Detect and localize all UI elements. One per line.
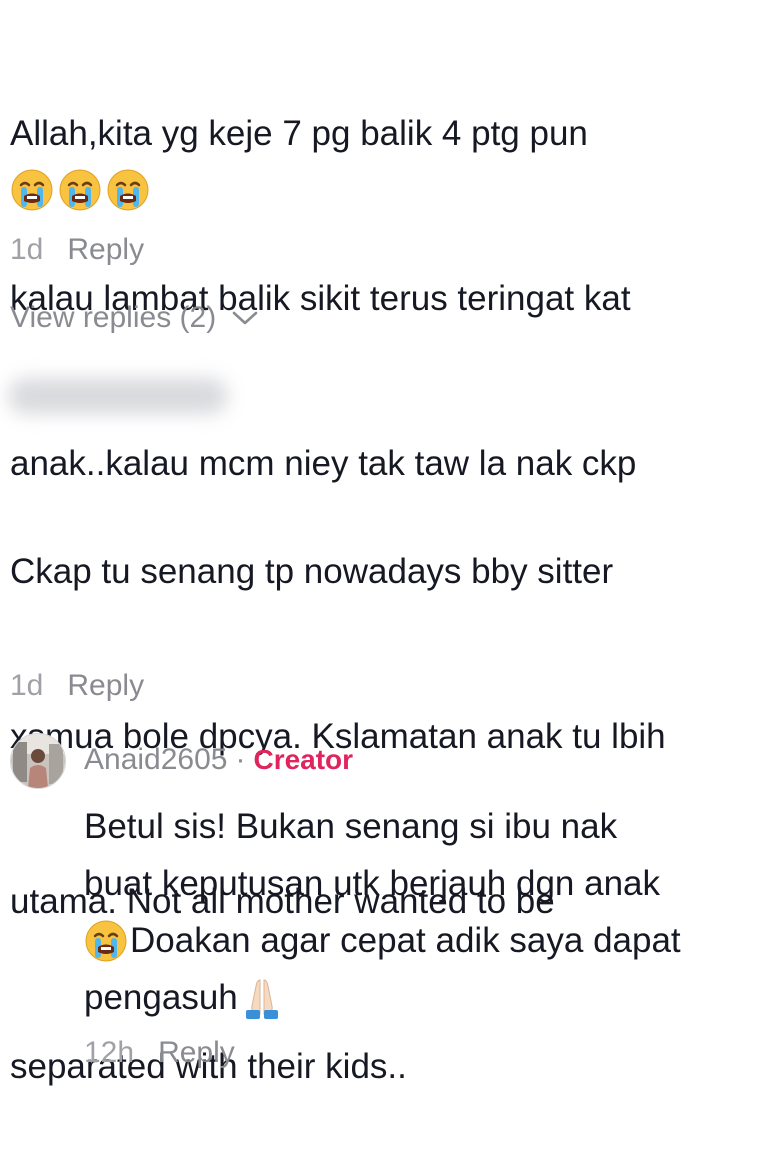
creator-reply-header: Anaid2605 · Creator — [84, 742, 353, 778]
comment-1-emojis — [10, 168, 150, 212]
creator-reply-line-1: Betul sis! Bukan senang si ibu nak — [84, 807, 618, 846]
creator-username[interactable]: Anaid2605 — [84, 742, 227, 778]
creator-reply-meta: 12h Reply — [84, 1035, 235, 1071]
crying-face-icon — [85, 920, 127, 961]
creator-reply-line-3-text: Doakan agar cepat adik saya dapat — [130, 921, 681, 960]
creator-badge: Creator — [253, 744, 354, 775]
comment-2-line-1: Ckap tu senang tp nowadays bby sitter — [10, 552, 614, 591]
avatar-photo-icon — [11, 734, 65, 788]
comment-1-line-1: Allah,kita yg keje 7 pg balik 4 ptg pun — [10, 114, 588, 153]
crying-face-icon — [11, 169, 53, 211]
creator-reply-line-2: buat keputusan utk berjauh dgn anak — [84, 864, 660, 903]
folded-hands-icon — [245, 978, 278, 1019]
creator-reply-line-3: Doakan agar cepat adik saya dapat — [84, 912, 681, 969]
view-replies-label: View replies (2) — [10, 301, 217, 334]
creator-reply-text: Betul sis! Bukan senang si ibu nak buat … — [84, 798, 681, 1026]
chevron-down-icon — [232, 311, 258, 325]
creator-reply-reply-button[interactable]: Reply — [158, 1035, 235, 1071]
crying-face-icon — [107, 169, 149, 211]
creator-reply-line-4-text: pengasuh — [84, 978, 238, 1017]
comment-1-timestamp: 1d — [10, 233, 44, 266]
comment-2-timestamp: 1d — [10, 669, 44, 702]
blurred-username — [8, 378, 228, 414]
creator-reply-line-4: pengasuh — [84, 969, 681, 1026]
separator-dot: · — [235, 743, 246, 776]
comment-2-reply-button[interactable]: Reply — [67, 668, 144, 704]
comment-1-reply-button[interactable]: Reply — [67, 232, 144, 268]
view-replies-button[interactable]: View replies (2) — [10, 300, 260, 336]
crying-face-icon — [59, 169, 101, 211]
comment-1-meta: 1d Reply — [10, 232, 144, 268]
creator-reply-timestamp: 12h — [84, 1036, 135, 1069]
comment-2-meta: 1d Reply — [10, 668, 144, 704]
avatar[interactable] — [10, 733, 66, 789]
